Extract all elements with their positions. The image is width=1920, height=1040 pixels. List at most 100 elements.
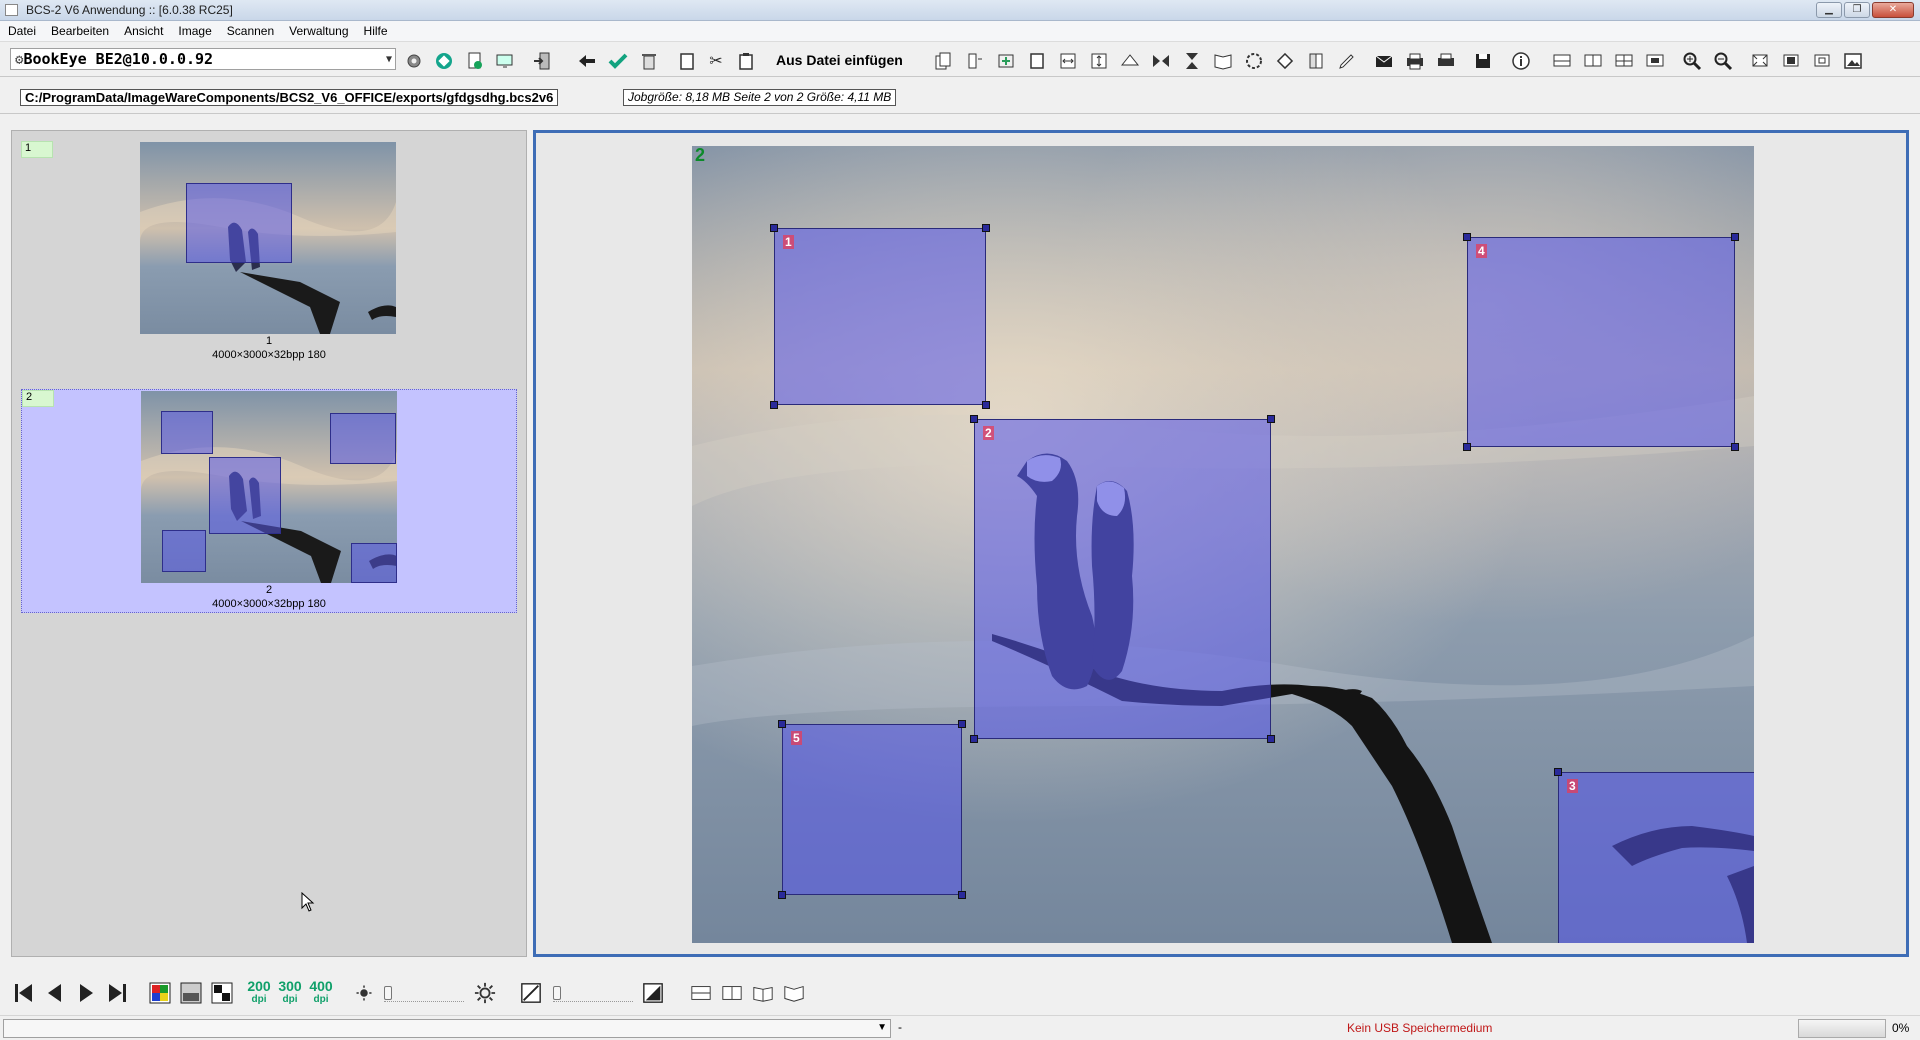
layout-book-open-icon[interactable] [781,980,807,1006]
menu-bearbeiten[interactable]: Bearbeiten [43,21,116,41]
resize-handle[interactable] [1731,233,1739,241]
print-settings-icon[interactable] [1435,50,1457,72]
brightness-slider[interactable] [384,986,464,1002]
view-layout-2-icon[interactable] [1582,50,1604,72]
resize-handle[interactable] [958,720,966,728]
display-mode-icon[interactable] [1780,50,1802,72]
contrast-slider[interactable] [553,986,633,1002]
menu-hilfe[interactable]: Hilfe [356,21,395,41]
restore-button[interactable]: ❐ [1844,2,1870,18]
zoom-out-icon[interactable] [1712,50,1734,72]
resize-handle[interactable] [1554,768,1562,776]
minimize-button[interactable]: ▁ [1816,2,1842,18]
display-split-icon[interactable] [1811,50,1833,72]
resize-handle[interactable] [970,735,978,743]
resize-handle[interactable] [1731,443,1739,451]
selection-region-4[interactable]: 4 [1463,233,1739,451]
page-toggle-icon[interactable] [1305,50,1327,72]
undo-arrow-icon[interactable] [576,50,598,72]
color-mode-icon[interactable] [147,980,173,1006]
image-viewer[interactable]: 2 1 2 3 4 5 [533,130,1909,957]
layout-single-icon[interactable] [688,980,714,1006]
first-page-icon[interactable] [11,980,37,1006]
selection-region-3[interactable]: 3 [1554,768,1754,943]
resize-handle[interactable] [770,224,778,232]
scan-start-icon[interactable] [433,50,455,72]
selection-region-1[interactable]: 1 [770,224,990,409]
device-select[interactable]: ⚙BookEye BE2@10.0.0.92 ▼ [10,48,396,70]
bw-mode-icon[interactable] [209,980,235,1006]
zoom-in-icon[interactable] [1681,50,1703,72]
menu-verwaltung[interactable]: Verwaltung [281,21,355,41]
image-canvas[interactable]: 2 1 2 3 4 5 [692,146,1754,943]
print-icon[interactable] [1404,50,1426,72]
layout-book-icon[interactable] [750,980,776,1006]
exit-door-icon[interactable] [531,50,553,72]
copy-pages-icon[interactable] [932,50,954,72]
thumbnail-card-1[interactable]: 1 1 4000×3000×32bpp 180 [21,141,517,369]
edit-pen-icon[interactable] [1336,50,1358,72]
menu-scannen[interactable]: Scannen [219,21,281,41]
resize-handle[interactable] [770,401,778,409]
confirm-check-icon[interactable] [607,50,629,72]
resize-handle[interactable] [982,224,990,232]
fullscreen-icon[interactable] [1749,50,1771,72]
deskew-icon[interactable] [1119,50,1141,72]
view-layout-4-icon[interactable] [1644,50,1666,72]
page-split-icon[interactable] [964,50,986,72]
resize-handle[interactable] [1463,233,1471,241]
menu-datei[interactable]: Datei [0,21,43,41]
thumbnail-card-2[interactable]: 2 2 4000×3000×32bpp 180 [21,389,517,613]
clipboard-icon[interactable] [676,50,698,72]
crop-center-icon[interactable] [995,50,1017,72]
email-icon[interactable] [1373,50,1395,72]
image-picture-icon[interactable] [1842,50,1864,72]
resize-handle[interactable] [1267,415,1275,423]
slider-knob[interactable] [384,986,392,1000]
monitor-send-icon[interactable] [494,50,516,72]
layout-split-icon[interactable] [719,980,745,1006]
mirror-vertical-icon[interactable] [1181,50,1203,72]
thumbnail-panel[interactable]: 1 1 4000×3000×32bpp 180 2 2 4000×3000×32… [11,130,527,957]
next-page-icon[interactable] [73,980,99,1006]
delete-trash-icon[interactable] [638,50,660,72]
rotate-settings-icon[interactable] [1243,50,1265,72]
resize-handle[interactable] [1463,443,1471,451]
page-frame-icon[interactable] [1026,50,1048,72]
fit-height-icon[interactable] [1088,50,1110,72]
selection-region-5[interactable]: 5 [778,720,966,899]
new-document-icon[interactable] [464,50,486,72]
close-button[interactable]: ✕ [1872,2,1914,18]
mirror-horizontal-icon[interactable] [1150,50,1172,72]
save-disk-icon[interactable] [1472,50,1494,72]
view-layout-1-icon[interactable] [1551,50,1573,72]
menu-ansicht[interactable]: Ansicht [116,21,170,41]
resize-handle[interactable] [982,401,990,409]
view-layout-3-icon[interactable] [1613,50,1635,72]
resize-handle[interactable] [778,720,786,728]
grayscale-mode-icon[interactable] [178,980,204,1006]
info-icon[interactable] [1510,50,1532,72]
resize-handle[interactable] [970,415,978,423]
status-combo[interactable]: ▼ [3,1019,891,1038]
dpi-400-button[interactable]: 400 dpi [308,979,334,1006]
resize-handle[interactable] [778,891,786,899]
previous-page-icon[interactable] [42,980,68,1006]
dpi-200-button[interactable]: 200 dpi [246,979,272,1006]
menu-image[interactable]: Image [170,21,218,41]
app-icon[interactable] [5,4,18,16]
slider-knob[interactable] [553,986,561,1000]
rotate-diamond-icon[interactable] [1274,50,1296,72]
book-open-icon[interactable] [1212,50,1234,72]
dpi-300-button[interactable]: 300 dpi [277,979,303,1006]
paste-icon[interactable] [735,50,757,72]
resize-handle[interactable] [958,891,966,899]
insert-from-file-button[interactable]: Aus Datei einfügen [776,52,903,68]
fit-width-icon[interactable] [1057,50,1079,72]
settings-gear-icon[interactable] [403,50,425,72]
thumbnail-image[interactable] [141,391,397,583]
last-page-icon[interactable] [104,980,130,1006]
resize-handle[interactable] [1267,735,1275,743]
thumbnail-image[interactable] [140,142,396,334]
cut-scissors-icon[interactable]: ✂ [705,50,727,72]
